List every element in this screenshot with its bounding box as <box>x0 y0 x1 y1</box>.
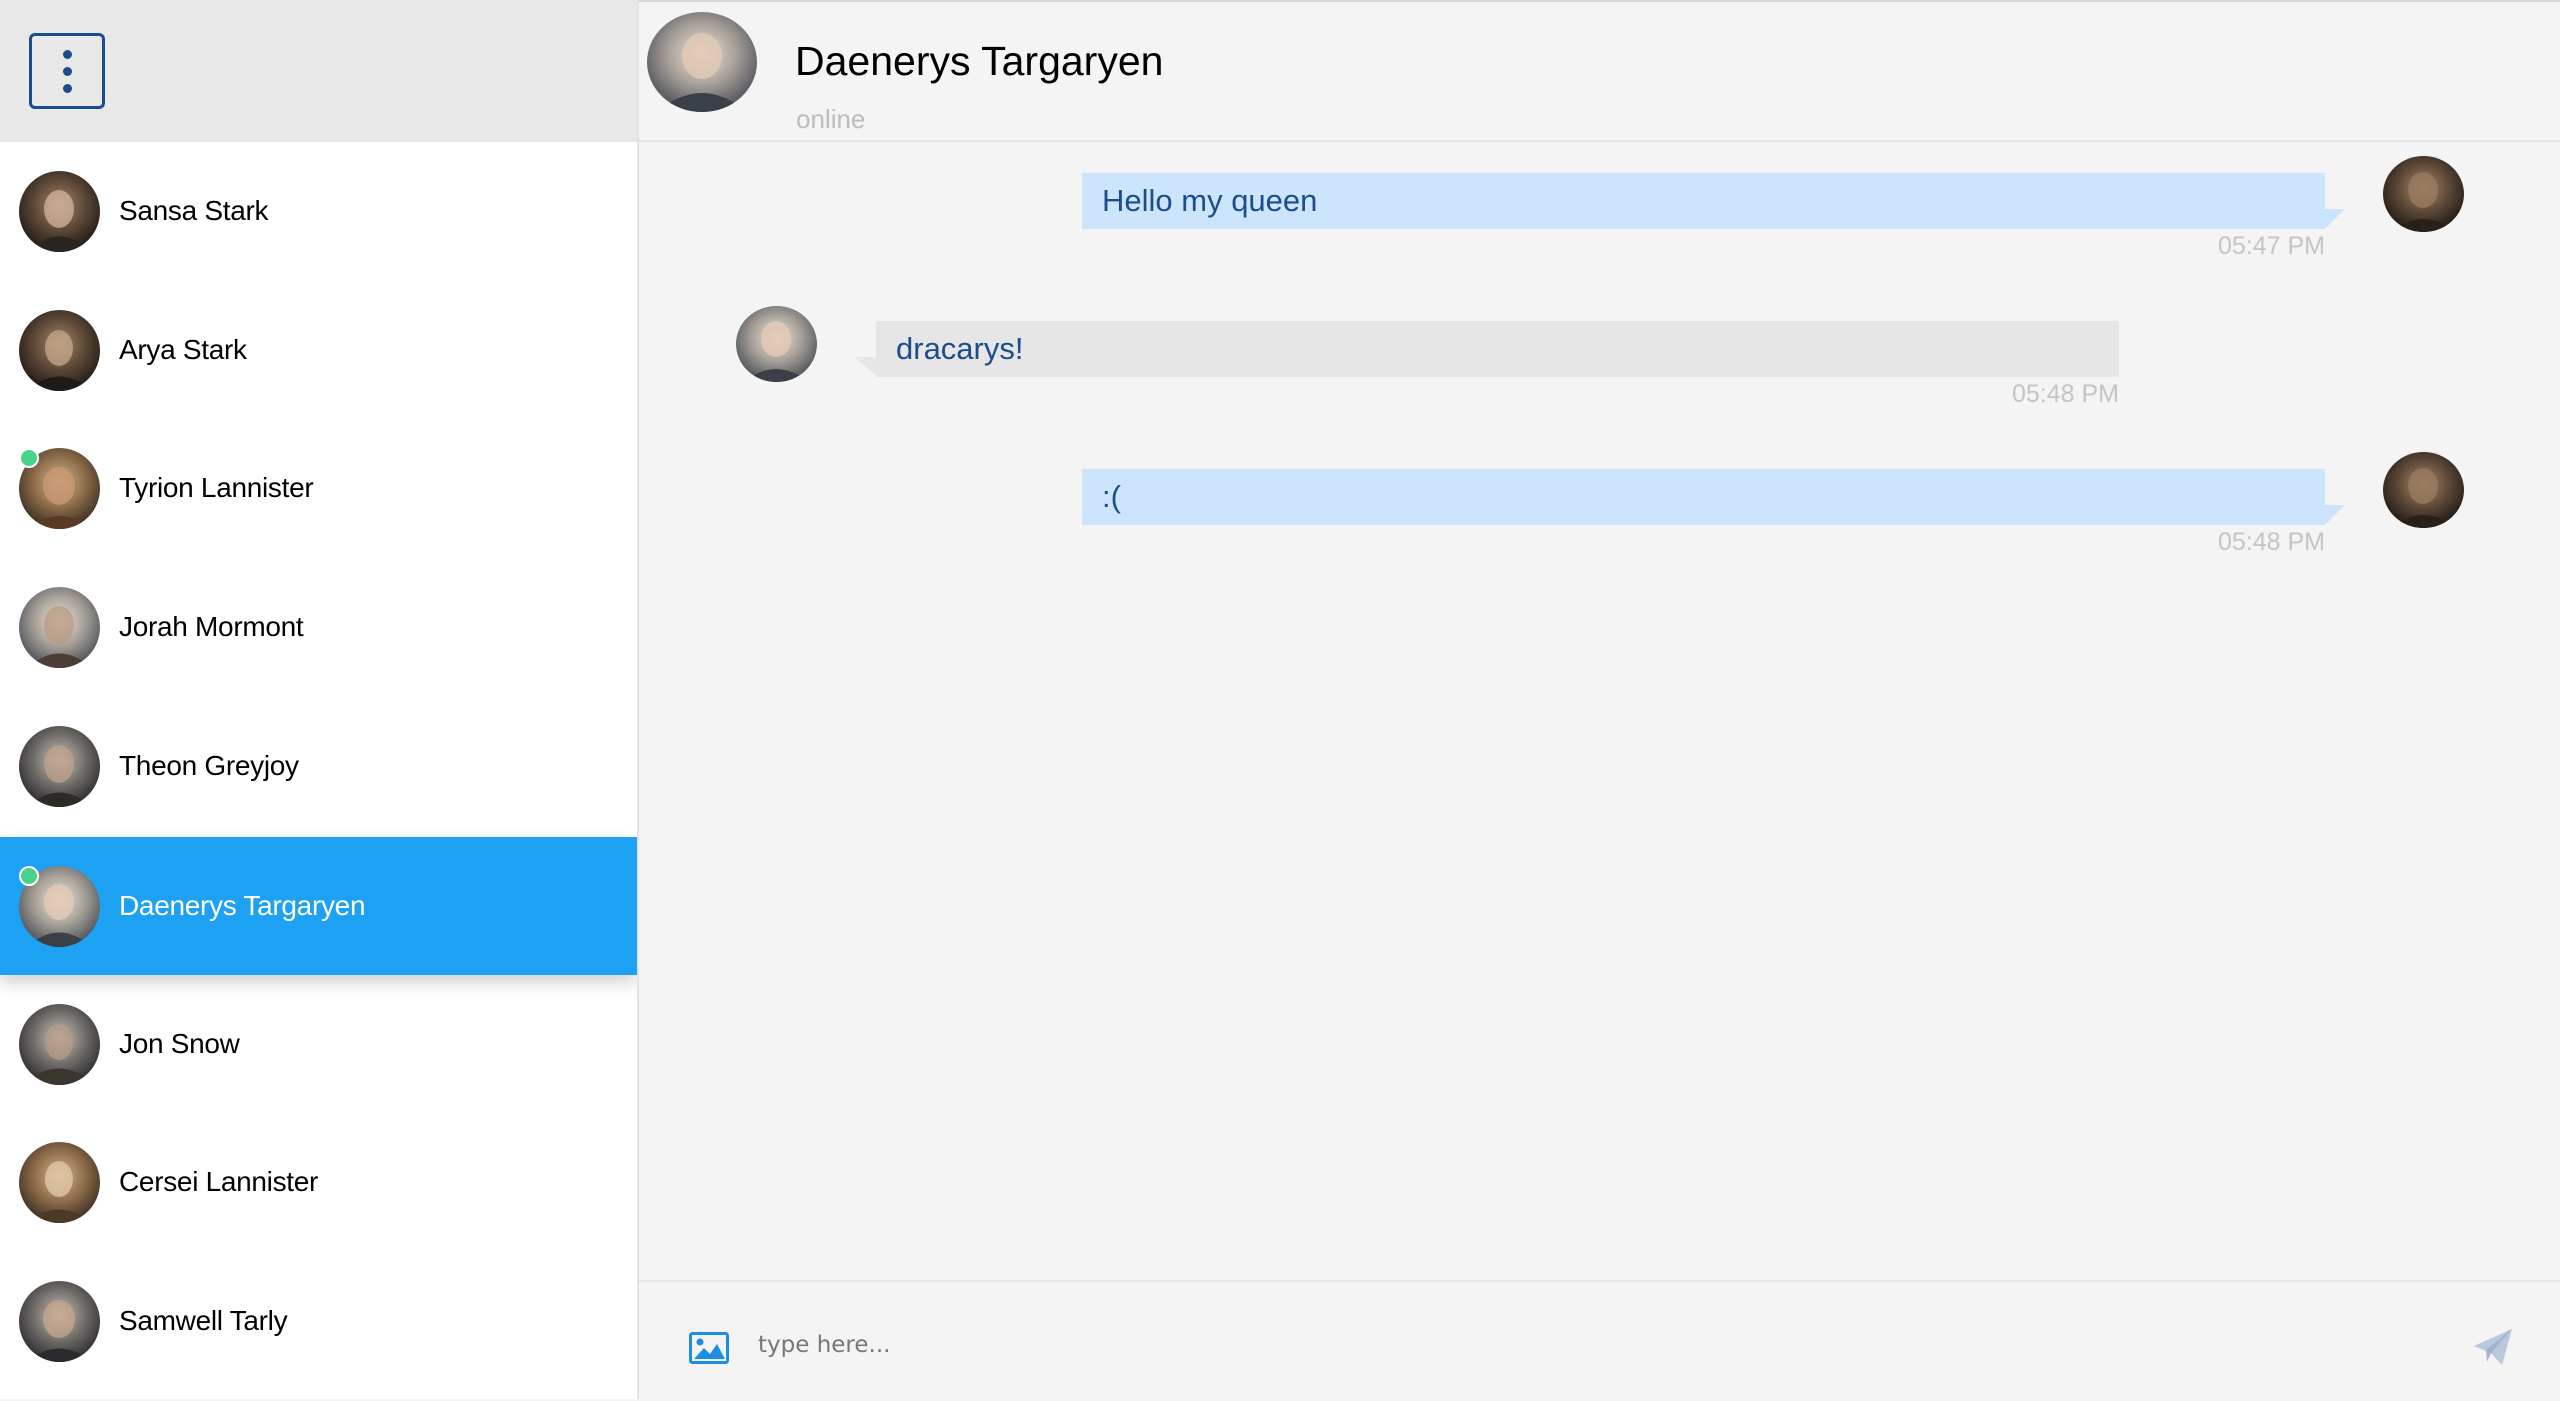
sender-avatar <box>2383 156 2464 232</box>
chat-title: Daenerys Targaryen <box>795 38 1164 84</box>
chat-panel: Daenerys Targaryen online Hello my queen… <box>639 0 2560 1401</box>
bubble-tail <box>854 357 876 375</box>
message-text: Hello my queen <box>1102 183 1318 218</box>
send-icon[interactable] <box>2472 1326 2514 1368</box>
bubble-tail <box>2325 209 2345 229</box>
contact-item-sansa-stark[interactable]: Sansa Stark <box>0 142 637 280</box>
outgoing-message: Hello my queen <box>1082 173 2325 229</box>
vertical-ellipsis-icon-dot <box>62 66 72 76</box>
chat-status: online <box>796 104 866 134</box>
contact-name: Theon Greyjoy <box>119 750 299 781</box>
avatar <box>19 309 100 391</box>
vertical-ellipsis-icon-dot <box>62 83 72 93</box>
contact-name: Cersei Lannister <box>119 1166 319 1197</box>
vertical-ellipsis-icon <box>62 49 72 59</box>
contact-name: Tyrion Lannister <box>119 472 314 503</box>
contact-name: Jon Snow <box>119 1028 240 1059</box>
message-input[interactable] <box>756 1324 2260 1366</box>
contact-item-theon-greyjoy[interactable]: Theon Greyjoy <box>0 697 637 835</box>
avatar <box>19 725 100 807</box>
avatar <box>19 170 100 252</box>
image-icon[interactable] <box>689 1332 729 1364</box>
message-time: 05:48 PM <box>2011 380 2119 408</box>
contact-name: Samwell Tarly <box>119 1305 288 1336</box>
contact-item-daenerys-targaryen[interactable]: Daenerys Targaryen <box>0 837 637 975</box>
avatar <box>19 1003 100 1085</box>
contact-name: Daenerys Targaryen <box>119 890 366 921</box>
message-time: 05:47 PM <box>2217 232 2325 260</box>
avatar <box>19 1280 100 1362</box>
sidebar-header <box>0 0 637 142</box>
contact-item-samwell-tarly[interactable]: Samwell Tarly <box>0 1252 637 1390</box>
menu-button[interactable] <box>29 33 105 109</box>
sender-avatar <box>736 306 817 382</box>
chat-partner-avatar <box>647 12 757 112</box>
incoming-message: dracarys! <box>876 321 2119 377</box>
message-text: :( <box>1102 479 1121 514</box>
avatar <box>19 1141 100 1223</box>
message-text: dracarys! <box>896 331 1024 366</box>
outgoing-message: :( <box>1082 469 2325 525</box>
contact-item-arya-stark[interactable]: Arya Stark <box>0 281 637 419</box>
sender-avatar <box>2383 452 2464 528</box>
contacts-sidebar: Sansa Stark Arya Stark Tyrion Lannister … <box>0 0 639 1399</box>
contact-name: Sansa Stark <box>119 195 269 226</box>
contact-item-tyrion-lannister[interactable]: Tyrion Lannister <box>0 419 637 557</box>
bubble-tail <box>2325 505 2345 525</box>
avatar <box>19 586 100 668</box>
online-indicator <box>19 866 39 886</box>
contact-name: Jorah Mormont <box>119 611 304 642</box>
online-indicator <box>19 448 39 468</box>
contact-item-jon-snow[interactable]: Jon Snow <box>0 975 637 1113</box>
contact-item-jorah-mormont[interactable]: Jorah Mormont <box>0 558 637 696</box>
contact-name: Arya Stark <box>119 334 247 365</box>
chat-header: Daenerys Targaryen online <box>639 0 2560 142</box>
message-time: 05:48 PM <box>2217 528 2325 556</box>
message-composer <box>639 1280 2560 1401</box>
contact-item-cersei-lannister[interactable]: Cersei Lannister <box>0 1113 637 1251</box>
